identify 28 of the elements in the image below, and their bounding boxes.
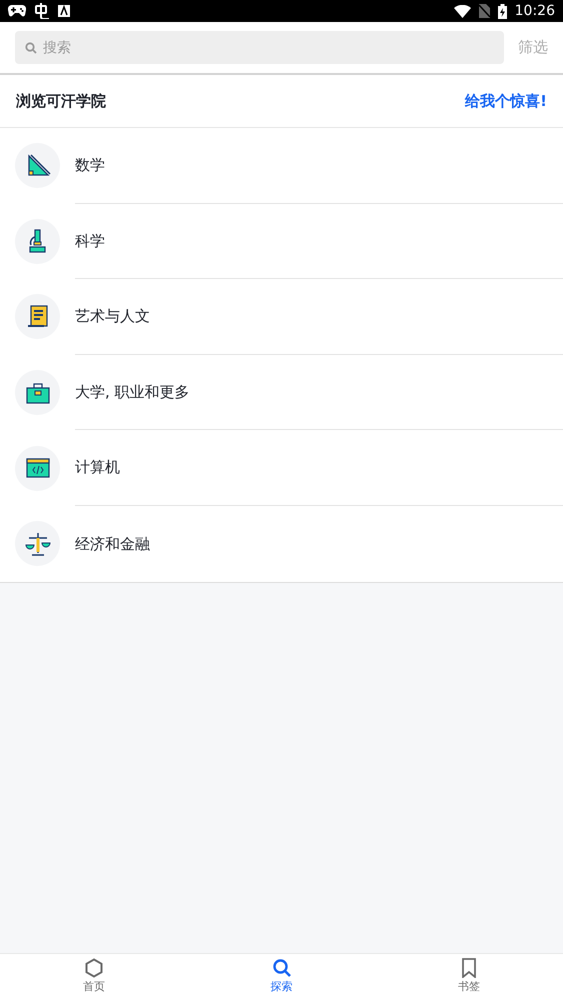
clock-time: 10:26 (514, 2, 555, 20)
gamepad-icon (8, 5, 26, 17)
nav-tab[interactable]: 探索 (188, 954, 376, 1000)
category-label: 经济和金融 (75, 534, 150, 555)
home-hexagon-icon (84, 958, 104, 978)
category-label: 计算机 (75, 457, 120, 478)
app-icon (58, 5, 70, 17)
search-field[interactable]: 搜索 (15, 31, 504, 64)
category-label: 科学 (75, 230, 105, 252)
category-label: 艺术与人文 (75, 306, 150, 328)
surprise-link[interactable]: 给我个惊喜! (465, 90, 547, 112)
no-sim-icon (478, 4, 490, 18)
search-icon (25, 42, 37, 54)
category-row[interactable]: 计算机 (0, 430, 563, 506)
battery-icon (498, 4, 507, 18)
nav-tab[interactable]: 首页 (0, 954, 188, 1000)
wifi-icon (454, 4, 471, 18)
category-row[interactable]: 大学, 职业和更多 (0, 354, 563, 430)
category-label: 数学 (75, 155, 105, 176)
category-row[interactable]: 数学 (0, 128, 563, 204)
category-row[interactable]: 经济和金融 (0, 506, 563, 582)
section-title: 浏览可汗学院 (16, 90, 106, 112)
category-label: 大学, 职业和更多 (75, 382, 190, 403)
category-row[interactable]: 科学 (0, 204, 563, 280)
search-icon (272, 958, 292, 978)
nav-tab[interactable]: 书签 (375, 954, 563, 1000)
scales-icon (24, 530, 50, 557)
category-row[interactable]: 艺术与人文 (0, 279, 563, 355)
